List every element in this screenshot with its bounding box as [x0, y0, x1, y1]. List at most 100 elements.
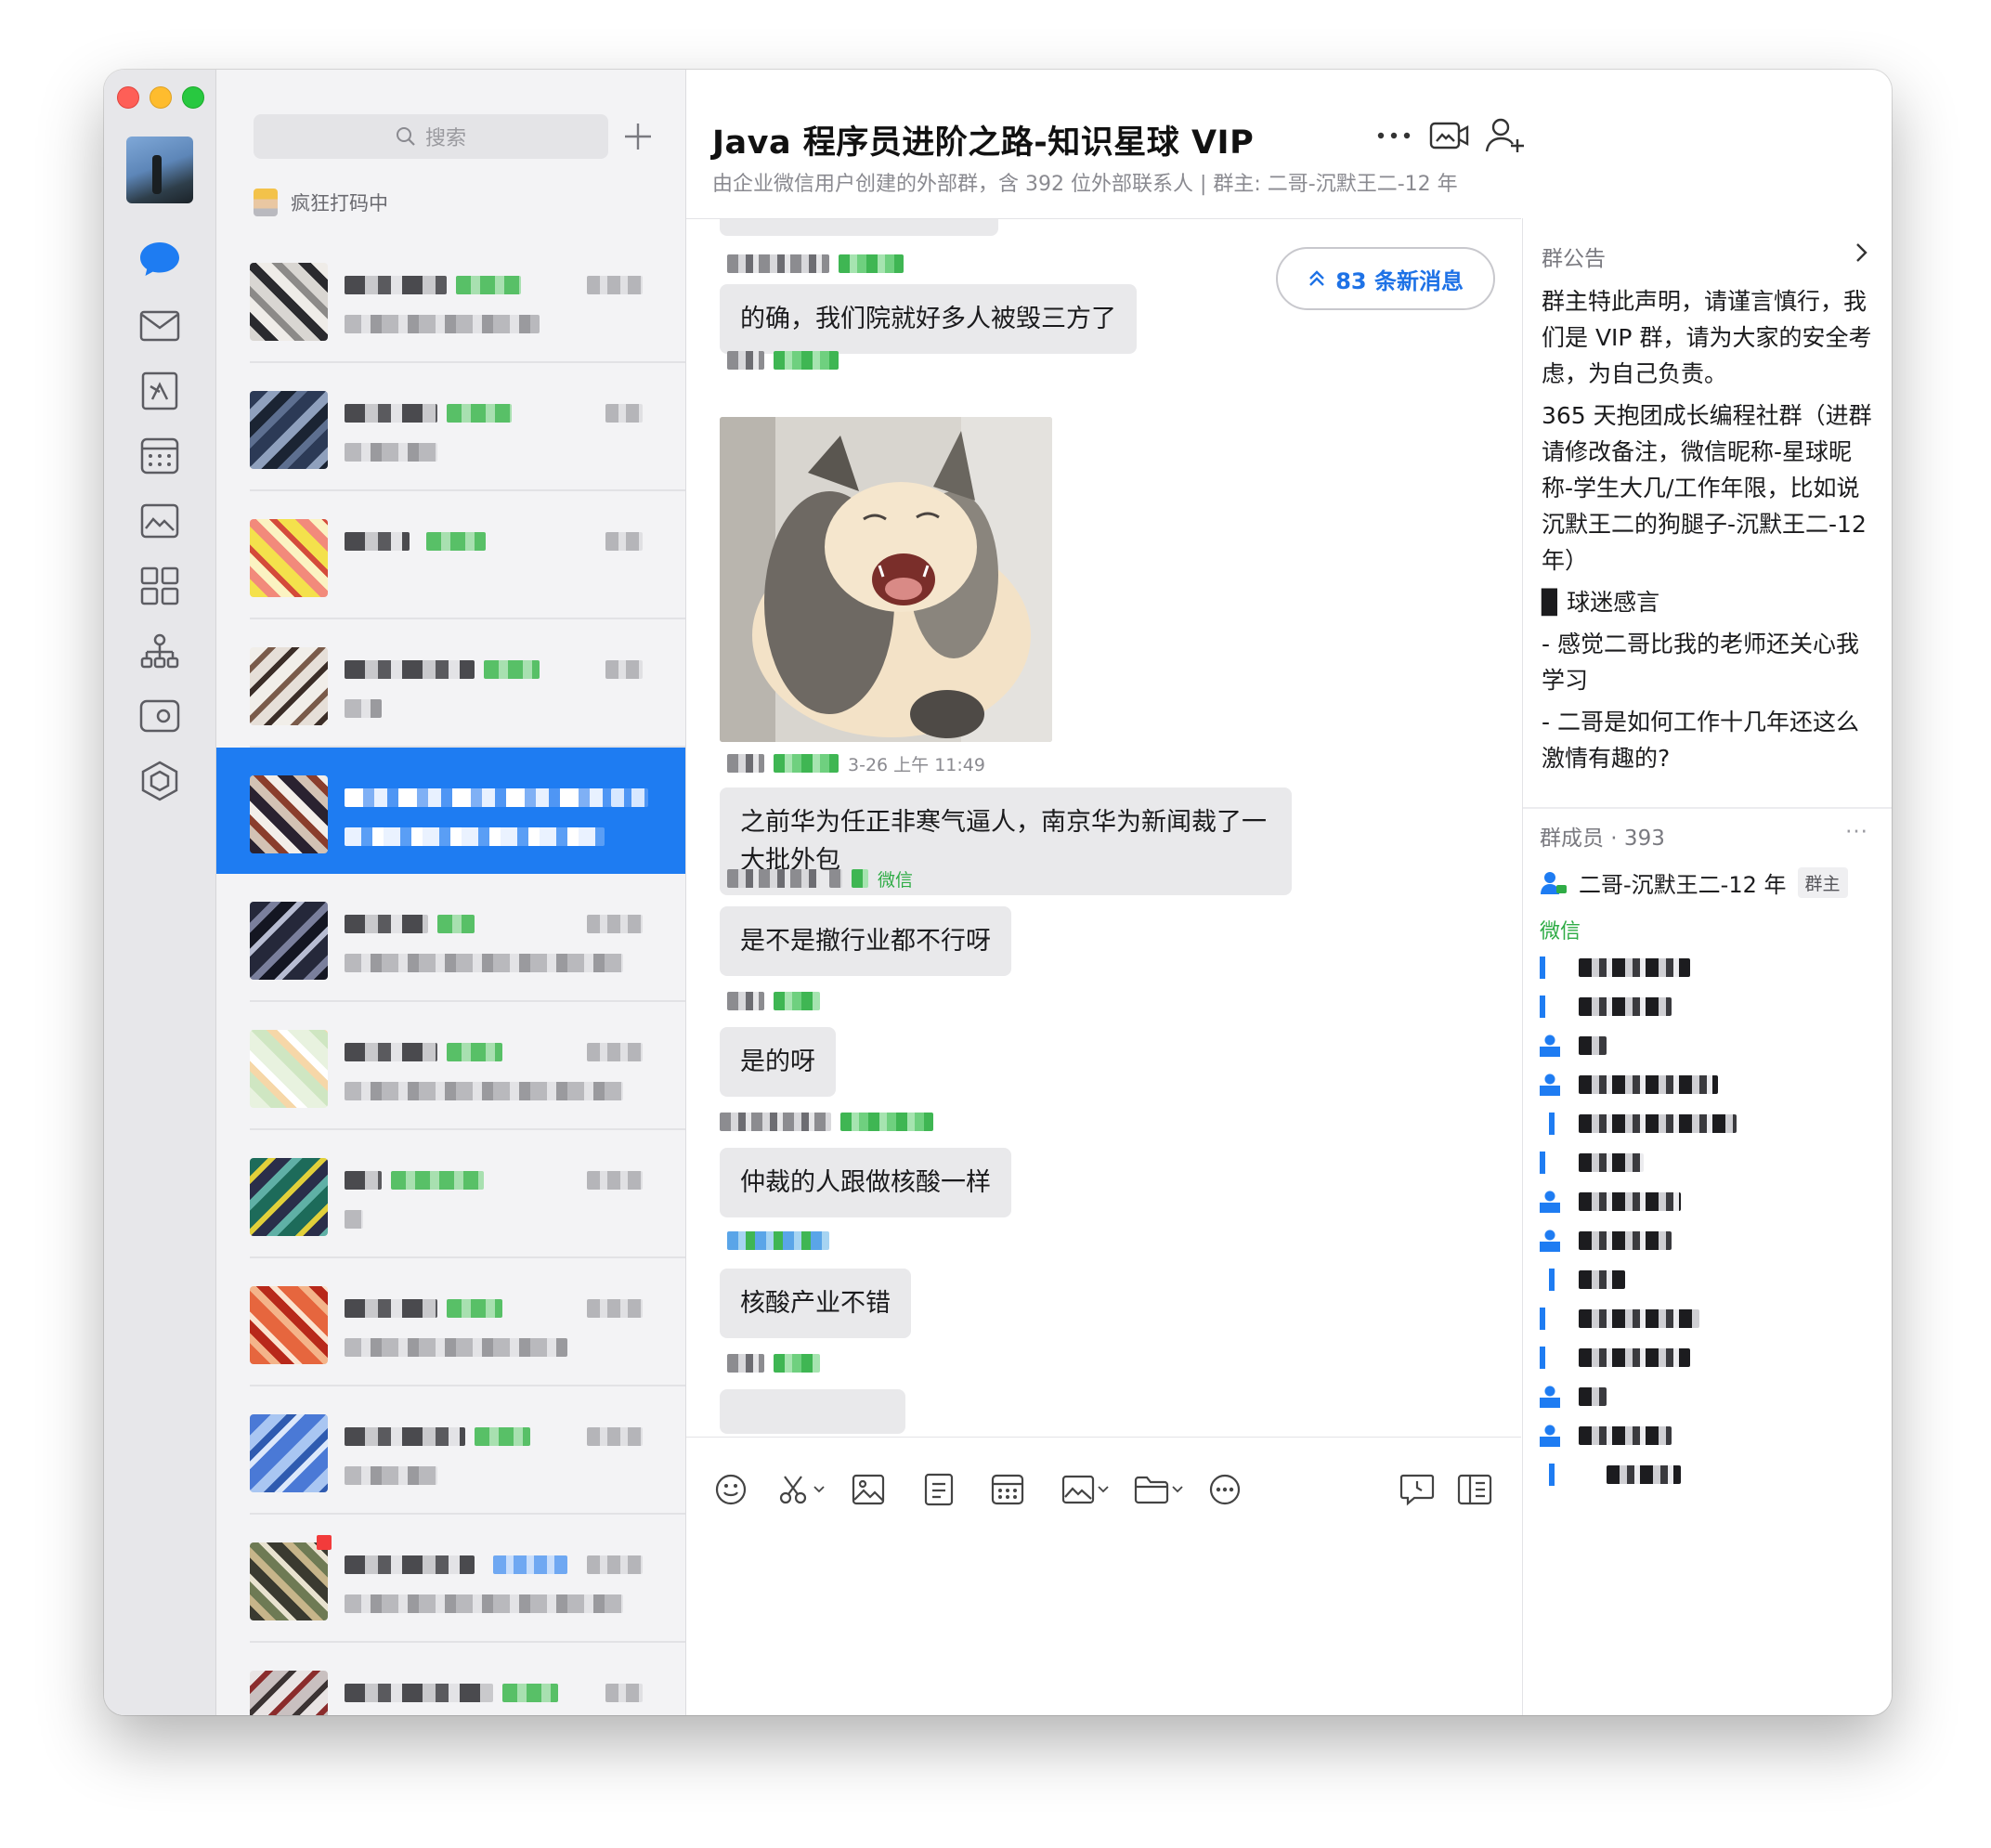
- new-messages-button[interactable]: 83 条新消息: [1276, 247, 1495, 310]
- member-row[interactable]: [1540, 1110, 1737, 1138]
- blurred-source: [502, 1684, 558, 1702]
- message-composer[interactable]: [686, 1437, 1521, 1715]
- message-bubble[interactable]: 是的呀: [720, 1027, 836, 1097]
- more-button[interactable]: [1369, 111, 1419, 161]
- blurred-member-name: [1579, 1270, 1625, 1289]
- blurred-member-name: [1579, 997, 1672, 1016]
- member-row[interactable]: [1540, 1032, 1607, 1060]
- sender-name: 微信: [727, 867, 913, 891]
- close-window-button[interactable]: [117, 86, 139, 109]
- message-bubble[interactable]: 是不是撤行业都不行呀: [720, 906, 1011, 976]
- member-row[interactable]: [1540, 1188, 1681, 1216]
- sidebar-toggle-button[interactable]: [1457, 1469, 1492, 1510]
- notice-body[interactable]: 群主特此声明，请谨言慎行，我们是 VIP 群，请为大家的安全考虑，为自己负责。 …: [1542, 283, 1876, 782]
- minimize-window-button[interactable]: [150, 86, 172, 109]
- blurred-time: [587, 1427, 643, 1446]
- blurred-member-name: [1579, 1153, 1644, 1172]
- member-user-icon: [1540, 1386, 1560, 1408]
- blurred-source: [426, 532, 486, 551]
- message-bubble[interactable]: 核酸产业不错: [720, 1269, 911, 1338]
- message-bubble[interactable]: 仲裁的人跟做核酸一样: [720, 1148, 1011, 1217]
- screenshot-button[interactable]: [777, 1469, 825, 1510]
- list-item[interactable]: [250, 1643, 685, 1715]
- list-item[interactable]: [250, 363, 685, 491]
- cat-image[interactable]: [720, 417, 1052, 742]
- search-input[interactable]: 搜索: [254, 114, 608, 159]
- document-button[interactable]: [924, 1469, 954, 1510]
- members-more-button[interactable]: ···: [1845, 820, 1868, 844]
- status-emoji-icon: [254, 189, 278, 216]
- add-member-button[interactable]: [1480, 111, 1530, 161]
- message-time: 3-26 上午 11:49: [848, 754, 985, 775]
- blurred-name: [345, 1555, 475, 1574]
- user-avatar[interactable]: [126, 137, 193, 203]
- drive-button[interactable]: [1061, 1469, 1109, 1510]
- blurred-member-name: [1579, 1231, 1672, 1250]
- member-row[interactable]: [1540, 1266, 1625, 1294]
- member-row[interactable]: [1540, 1383, 1607, 1411]
- folder-icon: [1134, 1476, 1169, 1504]
- blurred-source: [447, 1043, 502, 1061]
- owner-tag: 群主: [1797, 867, 1848, 898]
- blurred-time: [587, 915, 643, 933]
- member-row[interactable]: [1540, 993, 1672, 1021]
- search-placeholder: 搜索: [424, 127, 466, 150]
- list-item[interactable]: [250, 874, 685, 1002]
- workbench-icon[interactable]: [136, 562, 184, 610]
- blurred-member-name: [1607, 1465, 1681, 1484]
- member-row[interactable]: [1540, 1305, 1699, 1333]
- list-item[interactable]: [250, 1258, 685, 1386]
- meeting-icon[interactable]: [136, 692, 184, 740]
- member-row[interactable]: [1540, 1422, 1672, 1450]
- schedule-button[interactable]: [991, 1469, 1024, 1510]
- mail-icon[interactable]: [136, 302, 184, 350]
- avatar: [250, 1286, 328, 1364]
- history-bubble-icon: [1399, 1474, 1435, 1506]
- blurred-time: [587, 1299, 643, 1318]
- member-user-icon: [1540, 996, 1560, 1018]
- drive-icon[interactable]: [136, 497, 184, 545]
- message-bubble[interactable]: 的确，我们院就好多人被毁三方了: [720, 284, 1137, 354]
- blurred-source: [391, 1171, 484, 1190]
- more-icon: [1377, 132, 1411, 139]
- chat-history-button[interactable]: [1399, 1469, 1435, 1510]
- calendar-icon[interactable]: [136, 432, 184, 480]
- messages-icon[interactable]: [136, 235, 184, 283]
- list-item[interactable]: [250, 1002, 685, 1130]
- blurred-name: [345, 532, 410, 551]
- sender-name: [727, 253, 904, 275]
- list-item[interactable]: [250, 1386, 685, 1515]
- apps-icon[interactable]: [136, 757, 184, 805]
- list-item-selected[interactable]: [216, 748, 685, 874]
- contacts-icon[interactable]: [136, 627, 184, 675]
- folder-button[interactable]: [1134, 1469, 1183, 1510]
- blurred-source: [437, 915, 475, 933]
- list-item[interactable]: [250, 1515, 685, 1643]
- create-button[interactable]: [616, 114, 660, 159]
- list-item[interactable]: [250, 619, 685, 748]
- zoom-window-button[interactable]: [182, 86, 204, 109]
- member-row[interactable]: [1540, 1461, 1681, 1489]
- emoji-button[interactable]: [714, 1469, 748, 1510]
- user-status[interactable]: 疯狂打码中: [254, 189, 388, 216]
- list-item[interactable]: [250, 235, 685, 363]
- video-call-button[interactable]: [1425, 111, 1475, 161]
- more-tools-button[interactable]: [1208, 1469, 1242, 1510]
- blurred-time: [605, 404, 643, 423]
- image-button[interactable]: [852, 1469, 885, 1510]
- member-user-icon: [1540, 1113, 1560, 1135]
- notice-expand-button[interactable]: [1855, 242, 1868, 267]
- member-row[interactable]: [1540, 1149, 1644, 1177]
- list-item[interactable]: [250, 491, 685, 619]
- list-item[interactable]: [250, 1130, 685, 1258]
- blurred-member-name: [1579, 1348, 1690, 1367]
- docs-icon[interactable]: [136, 367, 184, 415]
- member-row[interactable]: [1540, 1227, 1672, 1255]
- member-row[interactable]: [1540, 954, 1690, 982]
- blurred-source: [484, 660, 540, 679]
- member-row[interactable]: [1540, 1344, 1690, 1372]
- message-bubble-partial: [720, 219, 998, 236]
- blurred-time: [587, 1043, 643, 1061]
- owner-member[interactable]: 二哥-沉默王二-12 年 群主: [1540, 866, 1848, 899]
- member-row[interactable]: [1540, 1071, 1718, 1099]
